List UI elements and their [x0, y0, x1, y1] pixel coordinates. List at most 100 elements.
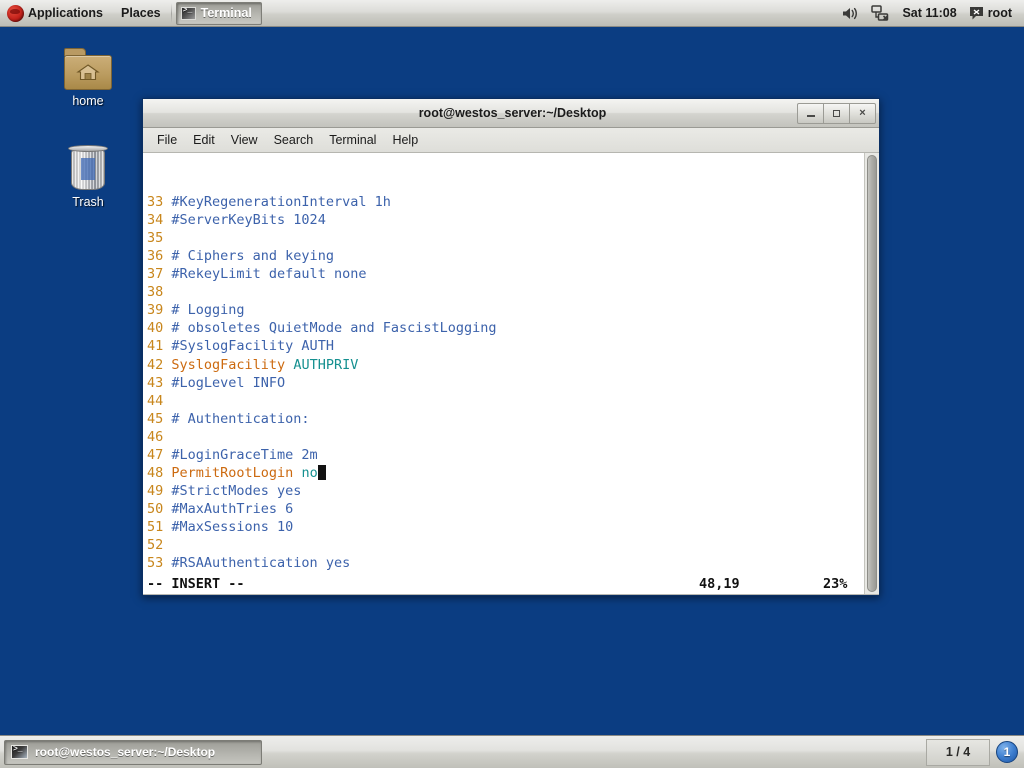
editor-line-number: 52 [147, 536, 172, 553]
editor-line: 49 #StrictModes yes [147, 482, 864, 500]
menu-terminal[interactable]: Terminal [321, 131, 384, 149]
editor-line-number: 40 [147, 320, 172, 337]
editor-line: 53 #RSAAuthentication yes [147, 554, 864, 572]
editor-line-number: 42 [147, 356, 172, 373]
menu-view[interactable]: View [223, 131, 266, 149]
editor-line-number: 37 [147, 266, 172, 283]
window-title: root@westos_server:~/Desktop [418, 106, 607, 120]
close-icon: × [859, 107, 866, 119]
applications-menu-label: Applications [28, 6, 104, 20]
user-name-label: root [987, 6, 1012, 20]
editor-text-cmt: #ServerKeyBits 1024 [171, 212, 326, 229]
bottom-panel-right: 1 / 4 1 [926, 736, 1024, 768]
editor-buffer: 33 #KeyRegenerationInterval 1h 34 #Server… [147, 193, 864, 594]
editor-line: 36 # Ciphers and keying [147, 247, 864, 265]
editor-line: 40 # obsoletes QuietMode and FascistLogg… [147, 319, 864, 337]
editor-line: 50 #MaxAuthTries 6 [147, 500, 864, 518]
editor-line: 34 #ServerKeyBits 1024 [147, 211, 864, 229]
window-titlebar[interactable]: root@westos_server:~/Desktop × [143, 99, 879, 128]
editor-text-cmt: #MaxAuthTries 6 [171, 500, 294, 517]
editor-text-cmt: #LogLevel INFO [171, 374, 286, 391]
menu-search[interactable]: Search [266, 131, 322, 149]
editor-line-number: 51 [147, 518, 172, 535]
editor-text-cmt: #KeyRegenerationInterval 1h [171, 194, 391, 211]
editor-line-number: 43 [147, 374, 172, 391]
window-list-item-terminal[interactable]: Terminal [175, 1, 262, 25]
editor-text-val: no [301, 464, 318, 481]
editor-line-number: 45 [147, 410, 172, 427]
editor-line: 41 #SyslogFacility AUTH [147, 337, 864, 355]
maximize-icon [833, 109, 840, 117]
menu-edit[interactable]: Edit [185, 131, 223, 149]
vim-scroll-percent: 23% [823, 576, 848, 593]
close-button[interactable]: × [849, 102, 876, 124]
editor-line-number: 48 [147, 464, 172, 481]
vim-mode-indicator: -- INSERT -- [147, 576, 245, 593]
editor-line-number: 41 [147, 338, 172, 355]
places-menu-button[interactable]: Places [110, 0, 168, 26]
desktop-icon-trash[interactable]: Trash [50, 145, 126, 209]
terminal-menubar: File Edit View Search Terminal Help [143, 128, 879, 153]
notification-badge[interactable]: 1 [996, 741, 1018, 763]
editor-text-cmt: #RSAAuthentication yes [171, 555, 351, 572]
folder-home-icon [64, 48, 112, 90]
vim-statusline: -- INSERT -- 48,19 23% [143, 575, 864, 594]
editor-line: 35 [147, 229, 864, 247]
user-menu-button[interactable]: root [963, 0, 1018, 27]
editor-line-number: 38 [147, 284, 172, 301]
menu-help[interactable]: Help [384, 131, 426, 149]
editor-line: 43 #LogLevel INFO [147, 374, 864, 392]
editor-line: 33 #KeyRegenerationInterval 1h [147, 193, 864, 211]
editor-line: 45 # Authentication: [147, 410, 864, 428]
editor-text-cmt: # Logging [171, 302, 245, 319]
terminal-icon [11, 745, 28, 759]
volume-speaker-icon[interactable] [836, 0, 865, 27]
redhat-logo-icon [7, 4, 24, 22]
panel-separator [170, 3, 172, 23]
desktop-icon-label: home [72, 94, 104, 108]
editor-line-number: 36 [147, 248, 172, 265]
bottom-panel: root@westos_server:~/Desktop 1 / 4 1 [0, 735, 1024, 768]
editor-line: 39 # Logging [147, 301, 864, 319]
editor-line-number: 46 [147, 428, 172, 445]
editor-line-number: 33 [147, 194, 172, 211]
workspace-switcher[interactable]: 1 / 4 [926, 738, 990, 766]
editor-text-kw: SyslogFacility [171, 356, 294, 373]
editor-line: 47 #LoginGraceTime 2m [147, 446, 864, 464]
terminal-scrollbar[interactable] [864, 153, 879, 594]
network-disconnected-icon[interactable] [865, 0, 896, 27]
editor-line: 38 [147, 283, 864, 301]
taskbar: root@westos_server:~/Desktop [0, 739, 262, 765]
editor-text-cmt: #StrictModes yes [171, 482, 302, 499]
minimize-button[interactable] [797, 102, 824, 124]
editor-text-cmt: # Ciphers and keying [171, 248, 334, 265]
applications-menu-button[interactable]: Applications [0, 0, 110, 26]
editor-line-number: 35 [147, 230, 172, 247]
editor-line-number: 47 [147, 446, 172, 463]
vim-cursor-position: 48,19 [699, 576, 740, 593]
terminal-body: 33 #KeyRegenerationInterval 1h 34 #Server… [143, 153, 879, 595]
taskbar-item-terminal[interactable]: root@westos_server:~/Desktop [4, 739, 262, 765]
editor-line-number: 50 [147, 500, 172, 517]
editor-line: 51 #MaxSessions 10 [147, 518, 864, 536]
scrollbar-thumb[interactable] [867, 155, 877, 592]
window-controls: × [797, 102, 876, 124]
terminal-window[interactable]: root@westos_server:~/Desktop × File Edit… [142, 98, 880, 596]
terminal-icon [180, 6, 196, 20]
house-glyph [76, 64, 100, 81]
user-indicator-icon [969, 6, 984, 20]
editor-line: 46 [147, 428, 864, 446]
editor-line-number: 39 [147, 302, 172, 319]
editor-line: 48 PermitRootLogin no [147, 464, 864, 482]
editor-line-number: 53 [147, 555, 172, 572]
maximize-button[interactable] [823, 102, 850, 124]
clock[interactable]: Sat 11:08 [896, 0, 962, 27]
editor-text-cmt: # obsoletes QuietMode and FascistLogging [171, 320, 497, 337]
menu-file[interactable]: File [149, 131, 185, 149]
desktop-icon-home[interactable]: home [50, 48, 126, 108]
window-list-item-label: Terminal [200, 6, 252, 20]
editor-line-number: 44 [147, 392, 172, 409]
taskbar-item-label: root@westos_server:~/Desktop [35, 745, 216, 759]
trash-can-icon [68, 145, 108, 191]
terminal-screen[interactable]: 33 #KeyRegenerationInterval 1h 34 #Server… [143, 153, 864, 594]
